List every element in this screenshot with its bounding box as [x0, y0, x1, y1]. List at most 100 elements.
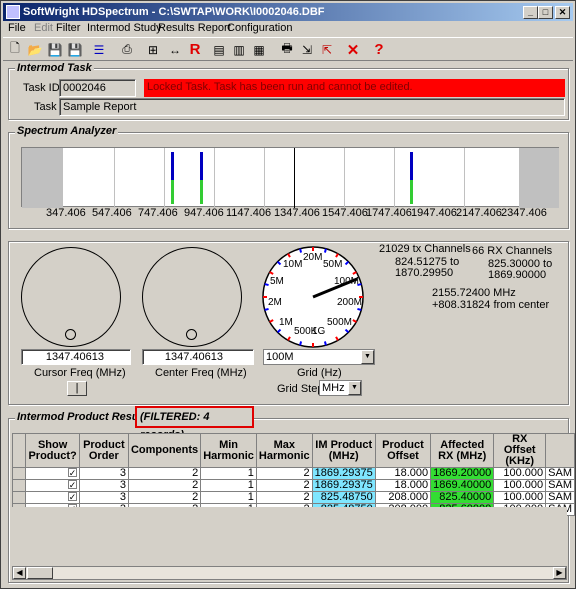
product-offset-cell[interactable]: 208.000 — [374, 491, 432, 504]
scroll-thumb[interactable] — [27, 567, 53, 579]
window-title: SoftWright HDSpectrum - C:\SWTAP\WORK\I0… — [23, 6, 325, 18]
col-product-offset[interactable]: Product Offset — [374, 433, 432, 468]
product-offset-cell[interactable]: 18.000 — [374, 479, 432, 492]
col-components[interactable]: Components — [127, 433, 202, 468]
col-product-order[interactable]: Product Order — [78, 433, 129, 468]
chevron-down-icon[interactable]: ▼ — [361, 350, 374, 364]
menu-file[interactable]: File — [8, 22, 26, 34]
scroll-left-icon[interactable]: ◀ — [13, 567, 26, 579]
components-cell[interactable]: 2 — [127, 479, 202, 492]
menu-configuration[interactable]: Configuration — [227, 22, 292, 34]
max-harmonic-cell[interactable]: 2 — [255, 491, 313, 504]
im-product-cell[interactable]: 1869.29375 — [311, 479, 376, 492]
list-icon[interactable]: ☰ — [89, 40, 109, 59]
product-offset-cell[interactable]: 18.000 — [374, 467, 432, 480]
affected-rx-cell[interactable]: 825.40000 — [430, 491, 495, 504]
new-icon[interactable]: 🗋 — [5, 40, 25, 59]
center-freq-field[interactable]: 1347.40613 — [142, 349, 254, 365]
rx-offset-cell[interactable]: 100.000 — [493, 467, 547, 480]
import-icon[interactable]: ⇱ — [317, 40, 337, 59]
row-selector[interactable] — [11, 479, 27, 492]
show-product-checkbox[interactable]: ✓ — [67, 468, 77, 478]
report-icon[interactable]: ▤ — [209, 40, 229, 59]
min-harmonic-cell[interactable]: 1 — [200, 479, 257, 492]
components-cell[interactable]: 2 — [127, 491, 202, 504]
close-button[interactable]: ✕ — [555, 6, 570, 19]
axis-label: 947.406 — [184, 207, 224, 219]
run-icon[interactable]: R — [185, 40, 205, 59]
components-cell[interactable]: 2 — [127, 467, 202, 480]
min-harmonic-cell[interactable]: 1 — [200, 491, 257, 504]
help-icon[interactable]: ? — [369, 40, 389, 59]
menu-edit[interactable]: Edit — [34, 22, 53, 34]
rx-offset-cell[interactable]: 100.000 — [493, 479, 547, 492]
show-product-cell[interactable]: ✓ — [25, 479, 80, 492]
menu-results-report[interactable]: Results Report — [158, 22, 231, 34]
show-product-cell[interactable]: ✓ — [25, 491, 80, 504]
horizontal-scrollbar[interactable]: ◀ ▶ — [12, 566, 567, 580]
maximize-button[interactable]: □ — [538, 6, 553, 19]
scroll-right-icon[interactable]: ▶ — [553, 567, 566, 579]
show-product-checkbox[interactable]: ✓ — [67, 492, 77, 502]
chevron-down-icon[interactable]: ▼ — [348, 381, 361, 395]
rx-offset-cell[interactable]: 100.000 — [493, 491, 547, 504]
results-title: Intermod Product Results — [15, 411, 154, 423]
cursor-freq-knob[interactable] — [21, 247, 121, 347]
order-cell[interactable]: 3 — [78, 491, 129, 504]
print-icon[interactable]: 🖶 — [277, 40, 297, 59]
marker-icon[interactable]: ⊞ — [143, 40, 163, 59]
axis-label: 2347.406 — [501, 207, 547, 219]
table-row[interactable]: ✓ 3 2 1 2 825.48750 208.000 825.40000 100.000 SAM — [11, 491, 575, 504]
row-selector[interactable] — [11, 467, 27, 480]
extra-cell[interactable]: SAM — [545, 479, 575, 492]
grid-step-select[interactable]: MHz ▼ — [319, 380, 362, 396]
minimize-button[interactable]: _ — [523, 6, 538, 19]
max-harmonic-cell[interactable]: 2 — [255, 467, 313, 480]
col-im-product[interactable]: IM Product (MHz) — [311, 433, 376, 468]
toolbar: 🗋 📂 💾 💾 ☰ ⎙ ⊞ ↔ R ▤ ▥ ▦ 🖶 ⇲ ⇱ ✕ ? — [3, 37, 573, 61]
affected-rx-cell[interactable]: 1869.20000 — [430, 467, 495, 480]
grid-select[interactable]: 100M ▼ — [263, 349, 375, 365]
table-row[interactable]: ✓ 3 2 1 2 1869.29375 18.000 1869.40000 100.000 SA… — [11, 479, 575, 492]
open-icon[interactable]: 📂 — [25, 40, 45, 59]
results-table: Show Product? Product Order Components M… — [11, 433, 575, 516]
col-min-harmonic[interactable]: Min Harmonic — [200, 433, 257, 468]
order-cell[interactable]: 3 — [78, 479, 129, 492]
task-id-field[interactable]: 0002046 — [59, 79, 136, 97]
show-product-checkbox[interactable]: ✓ — [67, 480, 77, 490]
col-affected-rx[interactable]: Affected RX (MHz) — [430, 433, 495, 468]
max-harmonic-cell[interactable]: 2 — [255, 479, 313, 492]
cursor-freq-field[interactable]: 1347.40613 — [21, 349, 131, 365]
set-cursor-button[interactable]: | — [67, 381, 87, 396]
export-icon[interactable]: ⇲ — [297, 40, 317, 59]
col-max-harmonic[interactable]: Max Harmonic — [255, 433, 313, 468]
table-row[interactable]: ✓ 3 2 1 2 1869.29375 18.000 1869.20000 100.000 SA… — [11, 467, 575, 480]
print-setup-icon[interactable]: ⎙ — [117, 40, 137, 59]
delete-icon[interactable]: ✕ — [343, 40, 363, 59]
col-extra[interactable] — [545, 433, 575, 468]
menu-filter[interactable]: Filter — [56, 22, 80, 34]
report-3-icon[interactable]: ▦ — [249, 40, 269, 59]
im-product-cell[interactable]: 1869.29375 — [311, 467, 376, 480]
axis-label: 347.406 — [46, 207, 86, 219]
spectrum-plot[interactable] — [21, 147, 559, 208]
save-icon[interactable]: 💾 — [45, 40, 65, 59]
dial-tick — [299, 248, 303, 253]
min-harmonic-cell[interactable]: 1 — [200, 467, 257, 480]
row-selector[interactable] — [11, 491, 27, 504]
menu-intermod-study[interactable]: Intermod Study — [87, 22, 162, 34]
extra-cell[interactable]: SAM — [545, 467, 575, 480]
task-name-field[interactable]: Sample Report — [59, 98, 565, 116]
im-product-cell[interactable]: 825.48750 — [311, 491, 376, 504]
affected-rx-cell[interactable]: 1869.40000 — [430, 479, 495, 492]
report-2-icon[interactable]: ▥ — [229, 40, 249, 59]
show-product-cell[interactable]: ✓ — [25, 467, 80, 480]
extra-cell[interactable]: SAM — [545, 491, 575, 504]
col-rx-offset[interactable]: RX Offset (KHz) — [493, 433, 547, 468]
span-icon[interactable]: ↔ — [165, 40, 185, 59]
col-show-product[interactable]: Show Product? — [25, 433, 80, 468]
tx-range-to: 1870.29950 — [395, 267, 454, 279]
save-as-icon[interactable]: 💾 — [65, 40, 85, 59]
center-freq-knob[interactable] — [142, 247, 242, 347]
order-cell[interactable]: 3 — [78, 467, 129, 480]
